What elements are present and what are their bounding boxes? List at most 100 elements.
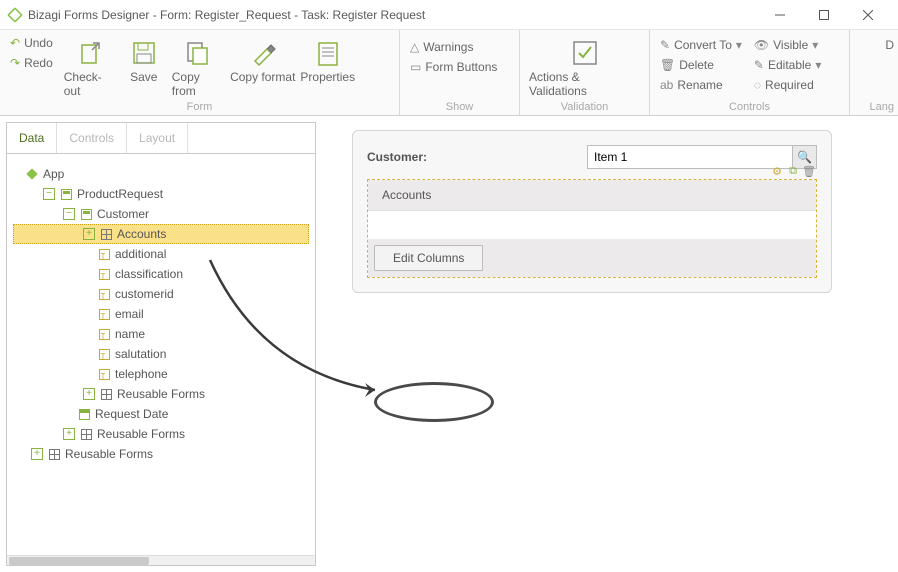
required-button[interactable]: ◌ Required xyxy=(750,76,825,94)
tree-app[interactable]: App xyxy=(13,164,309,184)
form-canvas: Customer: 🔍 ⚙ ⧉ 🗑 Accounts Edit Columns xyxy=(322,116,898,572)
editable-label: Editable xyxy=(768,58,811,72)
warning-icon: △ xyxy=(410,40,419,54)
text-icon xyxy=(97,307,111,321)
tree-customerid-label: customerid xyxy=(115,287,174,301)
save-button[interactable]: Save xyxy=(119,34,169,86)
tree-reusable-3[interactable]: + Reusable Forms xyxy=(13,444,309,464)
redo-icon: ↷ xyxy=(10,56,20,70)
edit-columns-button[interactable]: Edit Columns xyxy=(374,245,483,271)
copyformat-button[interactable]: Copy format xyxy=(227,34,299,86)
gear-icon[interactable]: ⚙ xyxy=(770,164,784,178)
lang-d[interactable]: D xyxy=(885,34,894,52)
customer-input[interactable] xyxy=(587,145,793,169)
ribbon-group-validation-label: Validation xyxy=(520,101,649,115)
copyfrom-button[interactable]: Copy from xyxy=(169,34,227,100)
text-icon xyxy=(97,367,111,381)
tree-productrequest[interactable]: −ProductRequest xyxy=(13,184,309,204)
trash-icon: 🗑 xyxy=(660,58,675,72)
tree-email[interactable]: email xyxy=(13,304,309,324)
tree-customer[interactable]: −Customer xyxy=(13,204,309,224)
entity-icon xyxy=(79,207,93,221)
required-icon: ◌ xyxy=(754,78,761,92)
tree-reusable-2[interactable]: +Reusable Forms xyxy=(13,424,309,444)
formbuttons-button[interactable]: ▭Form Buttons xyxy=(406,58,501,76)
calendar-icon xyxy=(77,407,91,421)
expand-icon[interactable]: + xyxy=(31,448,43,460)
tree-requestdate[interactable]: Request Date xyxy=(13,404,309,424)
customer-row: Customer: 🔍 xyxy=(367,145,817,169)
ribbon-group-form: ↶Undo ↷Redo Check-out Save Copy from Cop… xyxy=(0,30,400,115)
minimize-button[interactable] xyxy=(758,0,802,30)
text-icon xyxy=(97,347,111,361)
expand-icon[interactable]: + xyxy=(63,428,75,440)
collapse-icon[interactable]: − xyxy=(43,188,55,200)
title-bar: Bizagi Forms Designer - Form: Register_R… xyxy=(0,0,898,30)
warnings-button[interactable]: △Warnings xyxy=(406,38,501,56)
horizontal-scrollbar[interactable] xyxy=(7,555,315,565)
tab-controls[interactable]: Controls xyxy=(57,123,127,153)
table-header: Accounts xyxy=(368,180,816,211)
collapse-icon[interactable]: − xyxy=(63,208,75,220)
tree-additional[interactable]: additional xyxy=(13,244,309,264)
grid-icon xyxy=(99,387,113,401)
left-tabs: Data Controls Layout xyxy=(7,123,315,154)
tree-app-label: App xyxy=(43,167,64,181)
actions-validations-button[interactable]: Actions & Validations xyxy=(526,34,643,100)
visible-button[interactable]: 👁Visible ▾ xyxy=(750,36,825,54)
cube-icon xyxy=(25,167,39,181)
scrollbar-thumb[interactable] xyxy=(9,557,149,565)
ribbon: ↶Undo ↷Redo Check-out Save Copy from Cop… xyxy=(0,30,898,116)
text-icon xyxy=(97,267,111,281)
tree-salutation[interactable]: salutation xyxy=(13,344,309,364)
tree-reusable3-label: Reusable Forms xyxy=(65,447,153,461)
brush-icon xyxy=(249,36,277,70)
properties-button[interactable]: Properties xyxy=(299,34,357,86)
redo-button[interactable]: ↷Redo xyxy=(6,54,57,72)
undo-label: Undo xyxy=(24,36,53,50)
text-icon xyxy=(97,287,111,301)
customer-label: Customer: xyxy=(367,150,587,164)
accounts-table[interactable]: ⚙ ⧉ 🗑 Accounts Edit Columns xyxy=(367,179,817,278)
undo-button[interactable]: ↶Undo xyxy=(6,34,57,52)
properties-icon xyxy=(315,36,341,70)
delete-label: Delete xyxy=(679,58,714,72)
search-icon: 🔍 xyxy=(797,150,812,164)
checkout-icon xyxy=(77,36,103,70)
tree-accounts-label: Accounts xyxy=(117,227,166,241)
close-button[interactable] xyxy=(846,0,890,30)
grid-icon xyxy=(47,447,61,461)
rename-button[interactable]: abRename xyxy=(656,76,746,94)
tree-accounts[interactable]: + Accounts xyxy=(13,224,309,244)
required-label: Required xyxy=(765,78,814,92)
tree-email-label: email xyxy=(115,307,144,321)
tab-layout[interactable]: Layout xyxy=(127,123,188,153)
maximize-button[interactable] xyxy=(802,0,846,30)
dropdown-icon: ▾ xyxy=(812,38,818,52)
visible-label: Visible xyxy=(773,38,808,52)
copy-icon[interactable]: ⧉ xyxy=(786,164,800,178)
editable-button[interactable]: ✎Editable ▾ xyxy=(750,56,825,74)
expand-icon[interactable]: + xyxy=(83,388,95,400)
tree-telephone[interactable]: telephone xyxy=(13,364,309,384)
tab-data[interactable]: Data xyxy=(7,123,57,153)
expand-icon[interactable]: + xyxy=(83,228,95,240)
ribbon-group-lang: D Lang xyxy=(850,30,898,115)
tree-customerid[interactable]: customerid xyxy=(13,284,309,304)
convertto-button[interactable]: ✎Convert To ▾ xyxy=(656,36,746,54)
tree-classification[interactable]: classification xyxy=(13,264,309,284)
checkout-button[interactable]: Check-out xyxy=(61,34,119,100)
tree-reusable-1[interactable]: +Reusable Forms xyxy=(13,384,309,404)
ribbon-group-controls: ✎Convert To ▾ 🗑 Delete abRename 👁Visible … xyxy=(650,30,850,115)
tree-name[interactable]: name xyxy=(13,324,309,344)
save-icon xyxy=(131,36,157,70)
delete-button[interactable]: 🗑 Delete xyxy=(656,56,746,74)
data-tree: App −ProductRequest −Customer +Accounts … xyxy=(7,154,315,555)
trash-icon[interactable]: 🗑 xyxy=(802,164,816,178)
ribbon-group-controls-label: Controls xyxy=(650,101,849,115)
app-icon xyxy=(7,7,23,23)
table-body xyxy=(368,211,816,239)
left-panel: Data Controls Layout App −ProductRequest… xyxy=(6,122,316,566)
tree-classification-label: classification xyxy=(115,267,183,281)
ribbon-group-form-label: Form xyxy=(0,101,399,115)
